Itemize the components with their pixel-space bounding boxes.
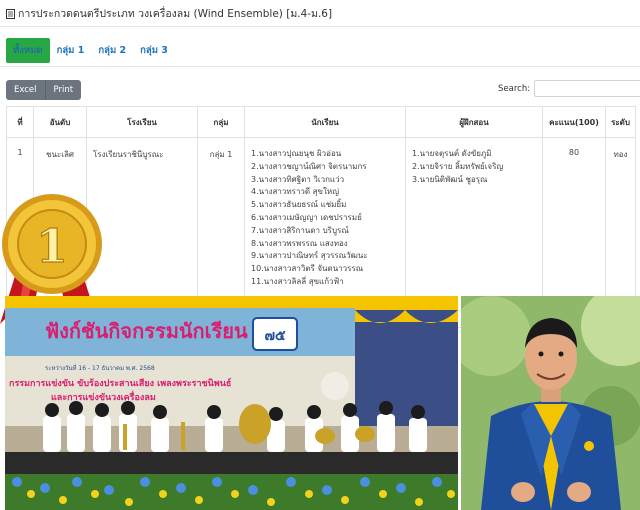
group-tabs: ทั้งหมด กลุ่ม 1 กลุ่ม 2 กลุ่ม 3	[6, 38, 175, 63]
table-header-row: ที่ อันดับ โรงเรียน กลุ่ม นักเรียน ผู้ฝึ…	[6, 106, 636, 138]
teacher-portrait-photo	[461, 296, 640, 510]
divider	[0, 26, 640, 27]
banner-title: ฟังก์ชันกิจกรรมนักเรียน	[45, 319, 248, 343]
student-name: 4.นางสาวทราวดี สุขใหญ่	[251, 187, 340, 197]
student-name: 1.นางสาวปุณยนุช ผิวอ่อน	[251, 149, 342, 158]
column-header-group[interactable]: กลุ่ม	[197, 106, 245, 138]
trainer-name: 2.นายจิราย ลิ้มทรัพย์เจริญ	[412, 161, 504, 171]
band-performance-photo: ฟังก์ชันกิจกรรมนักเรียน ๗๕ ระหว่างวันที่…	[5, 296, 458, 510]
student-name: 9.นางสาวปาณิษทร์ สุวรรณวัฒนะ	[251, 251, 368, 261]
student-name: 8.นางสาวพรพรรณ แสงทอง	[251, 238, 348, 248]
column-header-score[interactable]: คะแนน(100)	[542, 106, 606, 138]
tab-group-2[interactable]: กลุ่ม 2	[91, 38, 133, 63]
column-header-trainers[interactable]: ผู้ฝึกสอน	[405, 106, 543, 138]
page-title-bar: การประกวดดนตรีประเภท วงเครื่องลม (Wind E…	[6, 5, 332, 22]
divider	[0, 66, 640, 67]
student-name: 3.นางสาวทิศฐิตา วิเวกแว่ว	[251, 174, 345, 184]
search-input[interactable]	[534, 80, 640, 97]
banner-line: กรรมการแข่งขัน ขับร้องประสานเสียง เพลงพร…	[9, 377, 231, 389]
excel-button[interactable]: Excel	[6, 80, 46, 100]
tab-group-3[interactable]: กลุ่ม 3	[133, 38, 175, 63]
medal-number: 1	[36, 219, 68, 273]
trainer-name: 3.นายนิติพัฒน์ ชูอรุณ	[412, 174, 488, 184]
search-box: Search:	[498, 80, 640, 97]
student-name: 10.นางสาวสาวิตรี จันดนาวรรณ	[251, 264, 364, 274]
banner-badge: ๗๕	[264, 328, 286, 344]
column-header-level[interactable]: ระดับ	[605, 106, 636, 138]
tab-all[interactable]: ทั้งหมด	[6, 38, 50, 63]
print-button[interactable]: Print	[45, 80, 82, 100]
column-header-no[interactable]: ที่	[6, 106, 34, 138]
student-name: 5.นางสาวธันยธรณ์ แช่มยิ้ม	[251, 200, 347, 210]
student-name: 2.นางสาวชญาน์ณิศา จิตรนามกร	[251, 161, 367, 171]
student-name: 6.นางสาวเมษัญญา เดชปรารมย์	[251, 212, 362, 222]
export-button-group: Excel Print	[6, 80, 82, 100]
student-name: 7.นางสาวสิริกานดา บริบูรณ์	[251, 225, 349, 235]
banner-date: ระหว่างวันที่ 16 - 17 ธันวาคม พ.ศ. 2568	[45, 364, 155, 372]
column-header-school[interactable]: โรงเรียน	[86, 106, 198, 138]
column-header-students[interactable]: นักเรียน	[244, 106, 406, 138]
student-name: 11.นางสาวลิลลี่ สุขแก้วฟ้า	[251, 276, 344, 286]
trainer-name: 1.นายจตุรนต์ ดังขัยภูมิ	[412, 149, 492, 158]
search-label: Search:	[498, 83, 531, 94]
column-header-rank[interactable]: อันดับ	[33, 106, 87, 138]
tab-group-1[interactable]: กลุ่ม 1	[50, 38, 92, 63]
document-icon	[6, 8, 15, 19]
page-title: การประกวดดนตรีประเภท วงเครื่องลม (Wind E…	[18, 8, 333, 20]
